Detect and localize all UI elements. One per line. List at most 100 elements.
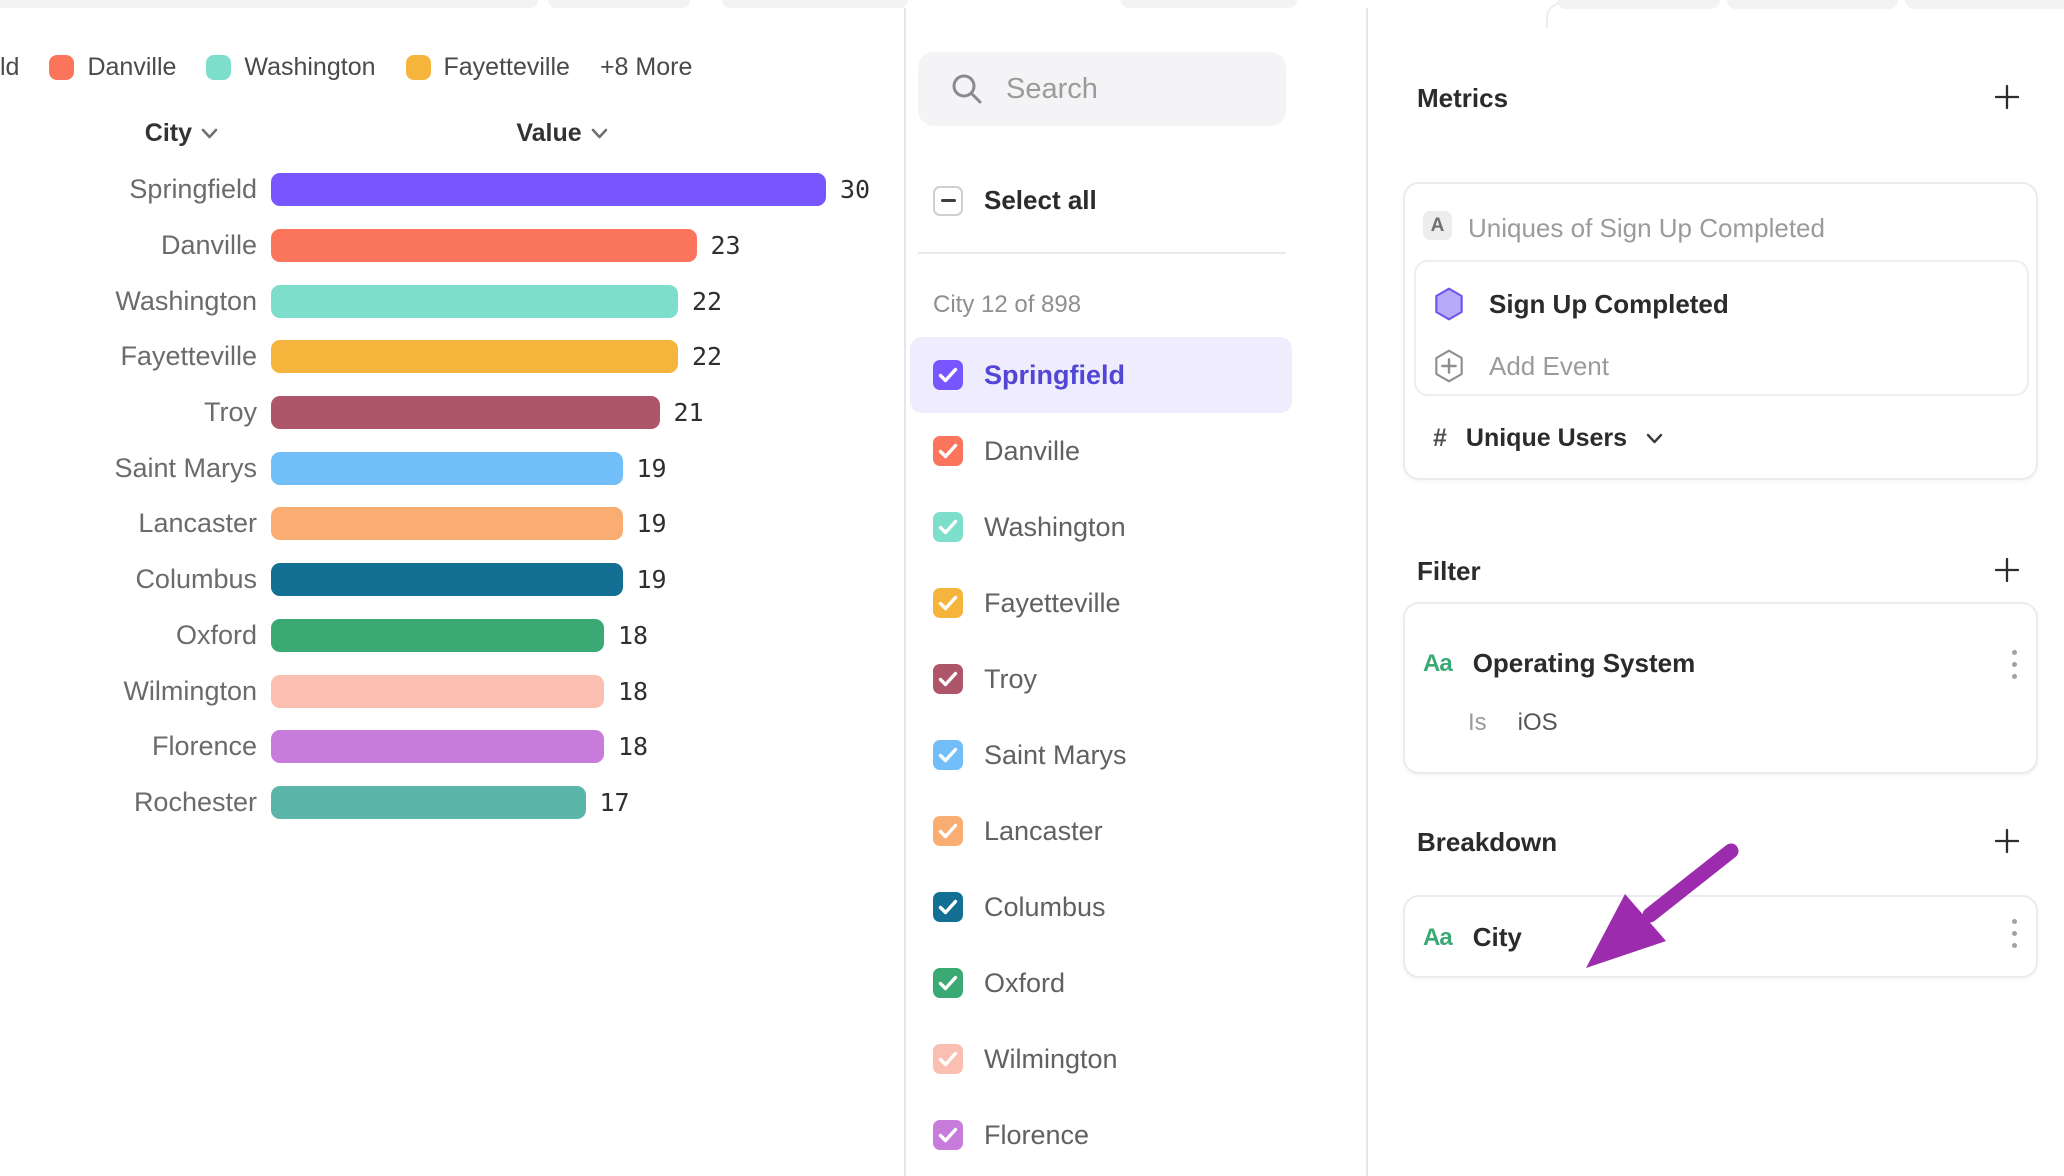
number-icon: # — [1433, 424, 1447, 453]
filter-property: Operating System — [1473, 648, 1696, 679]
breakdown-property: City — [1473, 922, 1522, 953]
chart-bar[interactable] — [271, 619, 604, 652]
chart-row: Rochester 17 — [0, 775, 905, 831]
metric-title: Uniques of Sign Up Completed — [1468, 213, 1825, 244]
column-header-value[interactable]: Value — [271, 118, 853, 148]
add-breakdown-button[interactable] — [1994, 828, 2020, 854]
city-checkbox[interactable] — [933, 664, 963, 694]
add-filter-button[interactable] — [1994, 557, 2020, 583]
check-icon — [938, 595, 958, 611]
filter-property-row[interactable]: Aa Operating System — [1423, 648, 1695, 679]
chart-row-label: Columbus — [0, 564, 257, 595]
chart-bar[interactable] — [271, 285, 678, 318]
kebab-menu-icon[interactable] — [2010, 919, 2018, 948]
select-all-label: Select all — [984, 185, 1097, 216]
chart-bar[interactable] — [271, 786, 586, 819]
text-type-icon: Aa — [1423, 924, 1452, 952]
search-box[interactable] — [918, 52, 1286, 126]
filter-heading: Filter — [1417, 556, 1481, 587]
city-checkbox[interactable] — [933, 740, 963, 770]
chart-bar[interactable] — [271, 730, 604, 763]
city-checkbox[interactable] — [933, 1044, 963, 1074]
city-list-item[interactable]: Columbus — [910, 869, 1292, 945]
city-list-item[interactable]: Wilmington — [910, 1021, 1292, 1097]
chevron-down-icon — [201, 128, 218, 139]
city-list-item[interactable]: Lancaster — [910, 793, 1292, 869]
chart-bar[interactable] — [271, 340, 678, 373]
chart-bar[interactable] — [271, 563, 623, 596]
metric-letter-badge: A — [1423, 211, 1452, 240]
column-header-city[interactable]: City — [0, 118, 218, 148]
event-row[interactable]: Sign Up Completed — [1433, 286, 1729, 322]
city-checkbox[interactable] — [933, 588, 963, 618]
legend-item[interactable]: Washington — [206, 53, 375, 82]
chart-bar[interactable] — [271, 396, 660, 429]
chart-row: Florence 18 — [0, 719, 905, 775]
city-checkbox[interactable] — [933, 512, 963, 542]
chart-row: Fayetteville 22 — [0, 329, 905, 385]
text-type-icon: Aa — [1423, 650, 1452, 678]
chart-bar[interactable] — [271, 675, 604, 708]
chart-row-label: Lancaster — [0, 508, 257, 539]
chart-bar[interactable] — [271, 229, 697, 262]
check-icon — [938, 443, 958, 459]
city-checkbox[interactable] — [933, 816, 963, 846]
chart-bar[interactable] — [271, 507, 623, 540]
legend-item[interactable]: Fayetteville — [406, 53, 570, 82]
chart-row-label: Rochester — [0, 787, 257, 818]
city-list-item[interactable]: Danville — [910, 413, 1292, 489]
filter-card[interactable]: Aa Operating System Is iOS — [1403, 602, 2038, 774]
picker-group-label: City 12 of 898 — [933, 291, 1081, 319]
indeterminate-mark — [941, 199, 956, 202]
chart-row-label: Fayetteville — [0, 341, 257, 372]
add-event-row[interactable]: Add Event — [1433, 348, 1609, 384]
city-list-item[interactable]: Florence — [910, 1097, 1292, 1173]
divider — [918, 252, 1286, 254]
query-builder-panel: Metrics A Uniques of Sign Up Completed S… — [1368, 0, 2064, 1176]
city-checkbox[interactable] — [933, 892, 963, 922]
select-all-row[interactable]: Select all — [933, 185, 1097, 216]
city-list-item[interactable]: Fayetteville — [910, 565, 1292, 641]
city-list-item[interactable]: Springfield — [910, 337, 1292, 413]
legend-item[interactable]: Danville — [49, 53, 176, 82]
legend-swatch — [206, 55, 231, 80]
chart-bar-value: 23 — [711, 231, 741, 260]
breakdown-card[interactable]: Aa City — [1403, 895, 2038, 978]
metric-card[interactable]: A Uniques of Sign Up Completed Sign Up C… — [1403, 182, 2038, 480]
chart-bar-value: 19 — [637, 565, 667, 594]
select-all-checkbox[interactable] — [933, 186, 963, 216]
chart-row-label: Springfield — [0, 174, 257, 205]
chart-legend: ld Danville Washington Fayetteville +8 M… — [0, 52, 692, 82]
city-list-item[interactable]: Troy — [910, 641, 1292, 717]
filter-value: iOS — [1518, 709, 1558, 737]
city-checkbox[interactable] — [933, 360, 963, 390]
check-icon — [938, 747, 958, 763]
add-event-hexagon-icon — [1433, 348, 1465, 384]
city-checkbox[interactable] — [933, 1120, 963, 1150]
aggregation-label: Unique Users — [1466, 424, 1627, 453]
legend-item-cutoff: ld — [0, 53, 19, 82]
chart-row-label: Oxford — [0, 620, 257, 651]
chevron-down-icon — [1646, 433, 1663, 444]
chart-bar-value: 18 — [618, 677, 648, 706]
add-metric-button[interactable] — [1994, 84, 2020, 110]
filter-condition-row[interactable]: Is iOS — [1468, 709, 1558, 737]
breakdown-property-row[interactable]: Aa City — [1423, 922, 1522, 953]
city-list-item[interactable]: Washington — [910, 489, 1292, 565]
chart-row: Saint Marys 19 — [0, 440, 905, 496]
chart-row: Danville 23 — [0, 218, 905, 274]
chart-row-label: Saint Marys — [0, 453, 257, 484]
city-list-item[interactable]: Oxford — [910, 945, 1292, 1021]
city-list-item[interactable]: Saint Marys — [910, 717, 1292, 793]
aggregation-selector[interactable]: # Unique Users — [1433, 424, 1663, 453]
chart-bar[interactable] — [271, 452, 623, 485]
chart-bar[interactable] — [271, 173, 826, 206]
search-input[interactable] — [1006, 73, 1256, 106]
city-checkbox[interactable] — [933, 968, 963, 998]
chart-row: Springfield 30 — [0, 162, 905, 218]
chevron-down-icon — [591, 128, 608, 139]
legend-more-link[interactable]: +8 More — [600, 53, 692, 82]
city-checkbox[interactable] — [933, 436, 963, 466]
kebab-menu-icon[interactable] — [2010, 650, 2018, 679]
chart-row-label: Washington — [0, 286, 257, 317]
